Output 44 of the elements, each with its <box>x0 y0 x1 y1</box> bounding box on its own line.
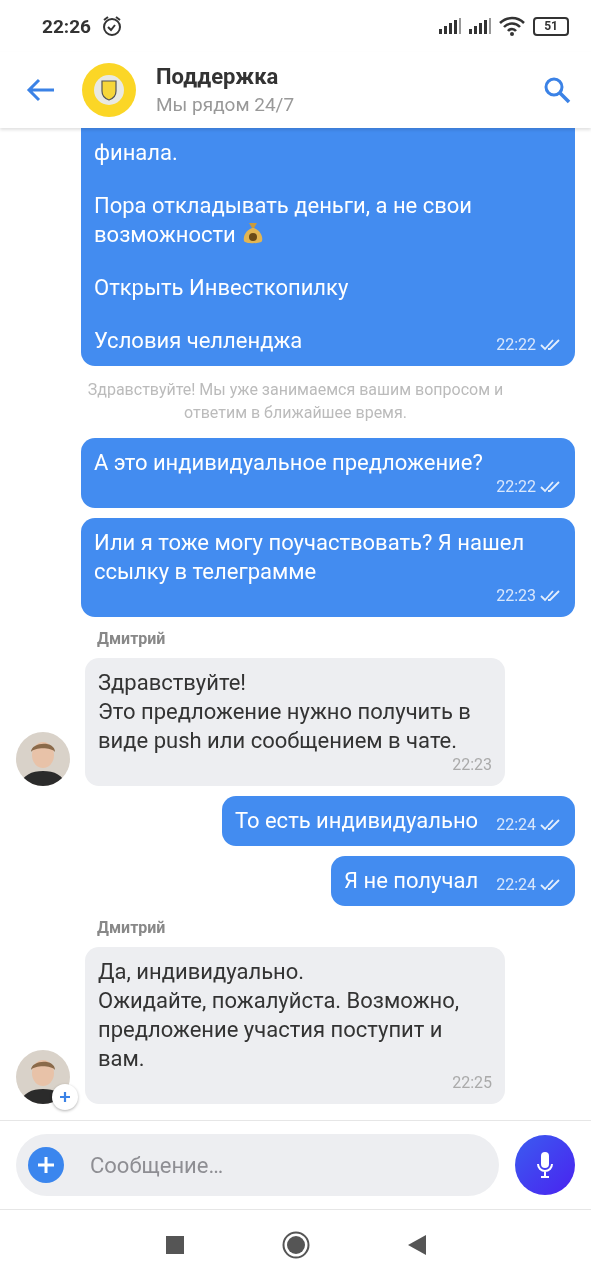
back-arrow-icon[interactable] <box>26 78 56 102</box>
message-text: Да, индивидуально. Ожидайте, пожалуйста. Возможно, предложение участия поступит и вам. <box>98 958 461 1073</box>
sender-name: Дмитрий <box>97 629 167 648</box>
signal-icon <box>469 18 492 34</box>
message-text: А это индивидуальное предложение? <box>94 449 483 477</box>
message-time: 22:24 <box>496 815 536 834</box>
signal-icon <box>439 18 462 34</box>
message-time: 22:25 <box>452 1073 492 1092</box>
plus-icon <box>59 1091 71 1103</box>
message-text: Условия челленджа <box>94 327 303 355</box>
sender-name: Дмитрий <box>97 918 167 937</box>
wifi-icon <box>499 16 526 36</box>
message-text: Пора откладывать деньги, а не свои возможности <box>94 192 474 249</box>
chat-title: Поддержка <box>156 64 280 89</box>
battery-icon: 51 <box>533 16 569 36</box>
attach-plus-icon[interactable] <box>28 1147 64 1183</box>
logo-icon <box>82 63 136 117</box>
message-time: 22:23 <box>452 755 492 774</box>
message-text: Открыть Инвесткопилку <box>94 274 350 302</box>
message-text: финала. <box>94 139 179 167</box>
message-time: 22:23 <box>496 586 536 605</box>
search-icon[interactable] <box>543 76 571 104</box>
add-badge[interactable] <box>52 1084 78 1110</box>
money-bag-icon <box>241 221 264 245</box>
microphone-button[interactable] <box>515 1135 575 1195</box>
message-time: 22:22 <box>496 335 536 354</box>
avatar-icon[interactable] <box>16 1050 70 1104</box>
message-time: 22:22 <box>496 477 536 496</box>
avatar-icon[interactable] <box>16 732 70 786</box>
microphone-icon <box>536 1151 554 1179</box>
back-icon[interactable] <box>407 1235 426 1255</box>
message-input-field[interactable]: Сообщение… <box>88 1151 487 1179</box>
chat-subtitle: Мы рядом 24/7 <box>156 93 296 116</box>
message-text: Я не получал <box>344 867 479 895</box>
home-icon[interactable] <box>281 1231 310 1259</box>
message-text: Или я тоже могу поучаствовать? Я нашел ссылку в телеграмме <box>94 529 526 586</box>
message-text: То есть индивидуально <box>234 807 479 835</box>
system-notice: Здравствуйте! Мы уже занимаемся вашим вопросом и ответим в ближайшее время. <box>86 379 505 424</box>
message-field[interactable]: Сообщение… <box>16 1134 499 1196</box>
clock-time: 22:26 <box>42 14 91 38</box>
alarm-icon <box>100 15 123 37</box>
message-text: Здравствуйте! Это предложение нужно получить в виде push или сообщением в чате. <box>98 669 472 755</box>
recents-icon[interactable] <box>165 1236 184 1254</box>
message-time: 22:24 <box>496 875 536 894</box>
